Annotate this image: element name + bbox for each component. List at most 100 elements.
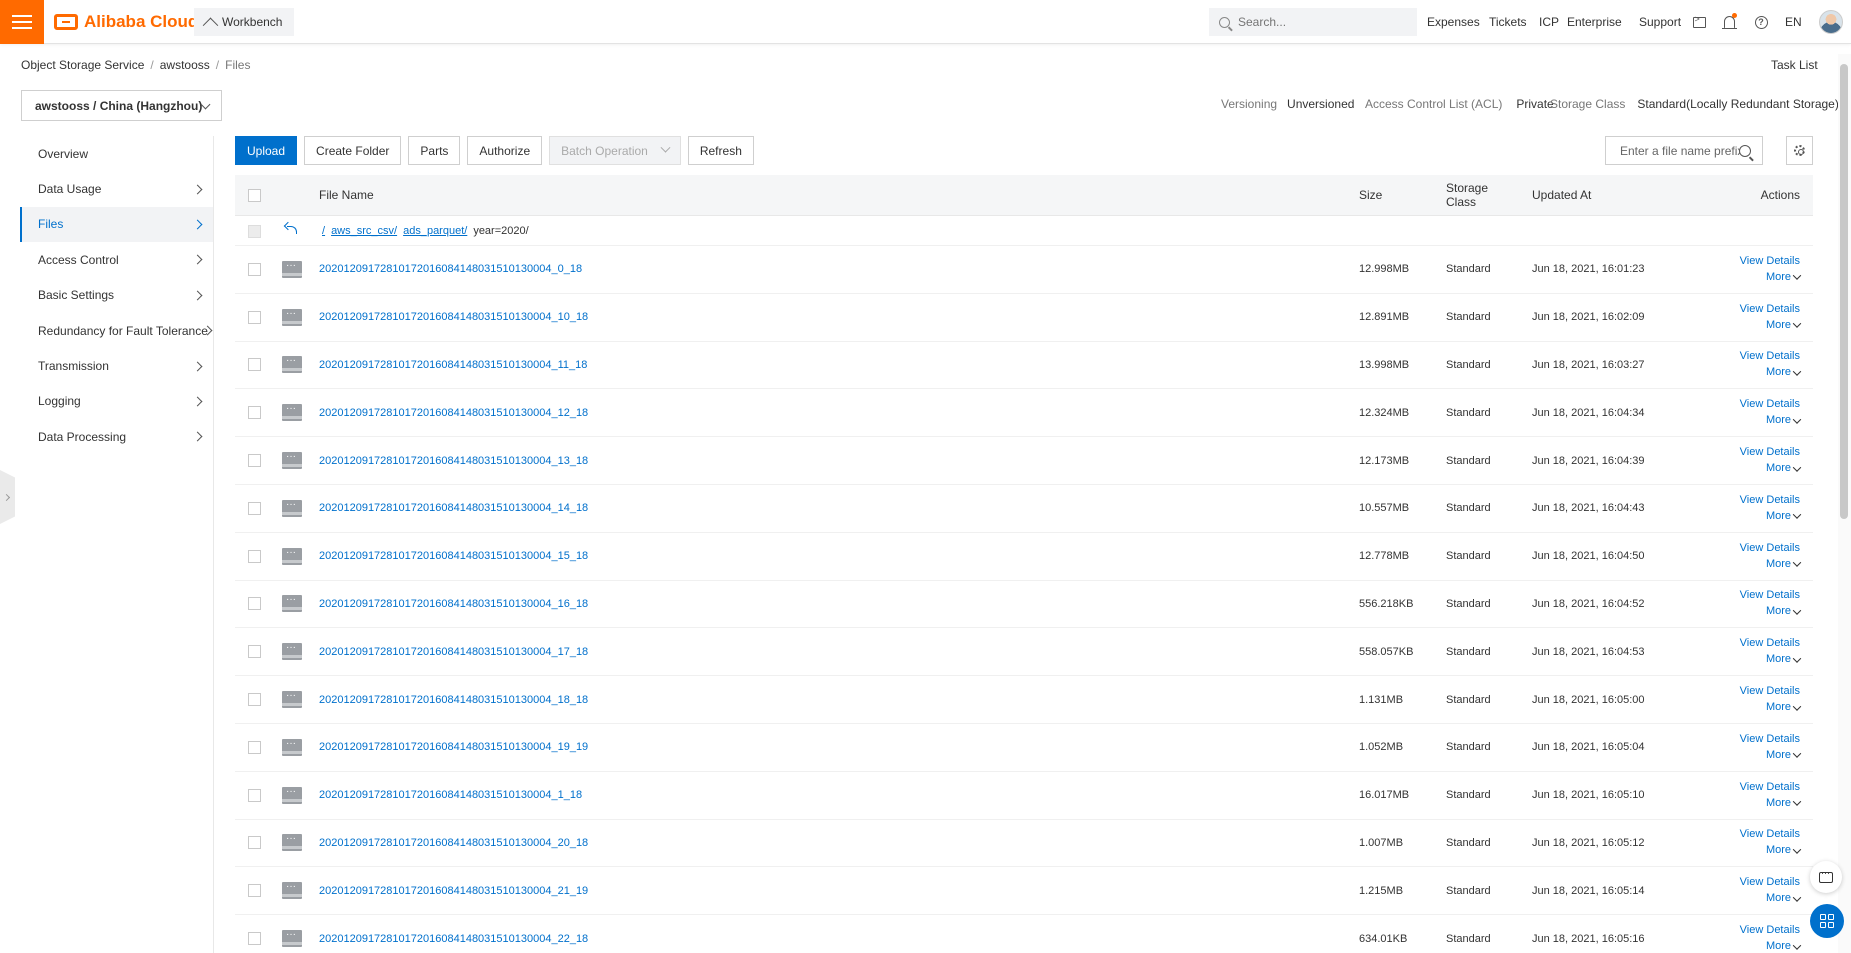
file-name-link[interactable]: 20201209172810172016084148031510130004_1… [319, 359, 587, 371]
feedback-chat-button[interactable] [1810, 861, 1842, 893]
column-size[interactable]: Size [1359, 175, 1382, 216]
row-checkbox[interactable] [248, 693, 261, 707]
nav-support-link[interactable]: Support [1639, 15, 1681, 29]
upload-button[interactable]: Upload [235, 136, 298, 165]
language-label[interactable]: EN [1785, 15, 1802, 29]
sidebar-item-data-usage[interactable]: Data Usage [20, 171, 213, 206]
nav-tickets-link[interactable]: Tickets [1489, 15, 1527, 29]
more-actions-dropdown[interactable]: More [1766, 319, 1802, 331]
file-name-link[interactable]: 20201209172810172016084148031510130004_1… [319, 694, 588, 706]
file-prefix-input[interactable] [1620, 143, 1740, 158]
sidebar-item-files[interactable]: Files [20, 206, 213, 243]
breadcrumb-item-bucket[interactable]: awstooss [160, 58, 210, 72]
view-details-link[interactable]: View Details [1740, 590, 1800, 601]
file-name-link[interactable]: 20201209172810172016084148031510130004_1… [319, 646, 588, 658]
row-checkbox[interactable] [248, 884, 261, 898]
view-details-link[interactable]: View Details [1740, 303, 1800, 315]
select-all-checkbox[interactable] [248, 189, 261, 202]
more-actions-dropdown[interactable]: More [1766, 845, 1802, 856]
sidebar-item-transmission[interactable]: Transmission [20, 348, 213, 383]
authorize-button[interactable]: Authorize [467, 136, 543, 165]
path-root-link[interactable]: / [322, 225, 325, 237]
nav-support[interactable]: Support [1639, 0, 1681, 44]
batch-operation-button[interactable]: Batch Operation [549, 136, 681, 165]
file-name-link[interactable]: 20201209172810172016084148031510130004_2… [319, 837, 588, 849]
more-actions-dropdown[interactable]: More [1766, 415, 1802, 426]
sidebar-item-access-control[interactable]: Access Control [20, 242, 213, 277]
file-name-link[interactable]: 20201209172810172016084148031510130004_1… [319, 550, 588, 562]
view-details-link[interactable]: View Details [1740, 494, 1800, 506]
row-checkbox[interactable] [248, 406, 261, 420]
more-actions-dropdown[interactable]: More [1766, 797, 1802, 809]
row-checkbox[interactable] [248, 454, 261, 468]
row-checkbox[interactable] [248, 549, 261, 563]
nav-expenses-link[interactable]: Expenses [1427, 15, 1480, 29]
view-details-link[interactable]: View Details [1740, 925, 1800, 936]
more-actions-dropdown[interactable]: More [1766, 558, 1802, 570]
view-details-link[interactable]: View Details [1740, 447, 1800, 458]
more-actions-dropdown[interactable]: More [1766, 654, 1802, 665]
more-actions-dropdown[interactable]: More [1766, 463, 1802, 474]
path-segment-link[interactable]: ads_parquet/ [403, 225, 467, 237]
view-details-link[interactable]: View Details [1740, 877, 1800, 888]
page-scrollbar-thumb[interactable] [1840, 64, 1848, 519]
cloud-shell-button[interactable] [1689, 12, 1709, 32]
file-name-link[interactable]: 20201209172810172016084148031510130004_0… [319, 263, 582, 275]
sidebar-expand-handle[interactable] [0, 470, 15, 524]
nav-enterprise[interactable]: Enterprise [1567, 0, 1622, 44]
file-name-link[interactable]: 20201209172810172016084148031510130004_1… [319, 311, 588, 323]
file-name-link[interactable]: 20201209172810172016084148031510130004_2… [319, 885, 588, 897]
view-details-link[interactable]: View Details [1740, 829, 1800, 840]
hamburger-menu-button[interactable] [0, 0, 44, 44]
path-segment-link[interactable]: aws_src_csv/ [331, 225, 397, 237]
search-icon[interactable] [1739, 145, 1751, 157]
back-arrow-icon[interactable] [285, 224, 297, 234]
user-avatar[interactable] [1819, 10, 1843, 34]
alibaba-cloud-logo[interactable]: Alibaba Cloud [54, 11, 198, 33]
help-button[interactable]: ? [1751, 12, 1771, 32]
row-checkbox[interactable] [248, 836, 261, 850]
column-file-name[interactable]: File Name [319, 175, 374, 216]
file-name-link[interactable]: 20201209172810172016084148031510130004_2… [319, 933, 588, 945]
row-checkbox[interactable] [248, 597, 261, 611]
workbench-button[interactable]: Workbench [194, 8, 295, 36]
more-actions-dropdown[interactable]: More [1766, 702, 1802, 713]
file-name-link[interactable]: 20201209172810172016084148031510130004_1… [319, 789, 582, 801]
language-switch[interactable]: EN [1785, 0, 1802, 44]
create-folder-button[interactable]: Create Folder [304, 136, 402, 165]
nav-expenses[interactable]: Expenses [1427, 0, 1480, 44]
more-actions-dropdown[interactable]: More [1766, 367, 1802, 378]
more-actions-dropdown[interactable]: More [1766, 606, 1802, 617]
view-details-link[interactable]: View Details [1740, 255, 1800, 267]
more-actions-dropdown[interactable]: More [1766, 893, 1802, 904]
nav-icp-link[interactable]: ICP [1539, 15, 1559, 29]
view-details-link[interactable]: View Details [1740, 351, 1800, 362]
nav-icp[interactable]: ICP [1539, 0, 1559, 44]
quick-apps-button[interactable] [1810, 904, 1844, 938]
row-checkbox[interactable] [248, 358, 261, 372]
global-search[interactable] [1209, 8, 1417, 36]
row-checkbox[interactable] [248, 788, 261, 802]
sidebar-item-logging[interactable]: Logging [20, 384, 213, 419]
task-list-link[interactable]: Task List [1771, 58, 1818, 72]
breadcrumb-item-oss[interactable]: Object Storage Service [21, 58, 144, 72]
view-details-link[interactable]: View Details [1740, 781, 1800, 793]
parts-button[interactable]: Parts [408, 136, 461, 165]
nav-enterprise-link[interactable]: Enterprise [1567, 15, 1622, 29]
row-checkbox[interactable] [248, 262, 261, 276]
bucket-selector[interactable]: awstooss / China (Hangzhou) [21, 90, 222, 121]
view-details-link[interactable]: View Details [1740, 733, 1800, 745]
column-updated-at[interactable]: Updated At [1532, 175, 1591, 216]
file-name-link[interactable]: 20201209172810172016084148031510130004_1… [319, 502, 588, 514]
row-checkbox[interactable] [248, 740, 261, 754]
file-name-link[interactable]: 20201209172810172016084148031510130004_1… [319, 598, 588, 610]
view-details-link[interactable]: View Details [1740, 686, 1800, 697]
file-name-link[interactable]: 20201209172810172016084148031510130004_1… [319, 741, 588, 753]
row-checkbox[interactable] [248, 932, 261, 946]
refresh-button[interactable]: Refresh [687, 136, 754, 165]
global-search-input[interactable] [1238, 15, 1398, 29]
file-name-link[interactable]: 20201209172810172016084148031510130004_1… [319, 407, 588, 419]
sidebar-item-basic-settings[interactable]: Basic Settings [20, 278, 213, 313]
sidebar-item-redundancy[interactable]: Redundancy for Fault Tolerance [20, 313, 213, 348]
row-checkbox[interactable] [248, 645, 261, 659]
